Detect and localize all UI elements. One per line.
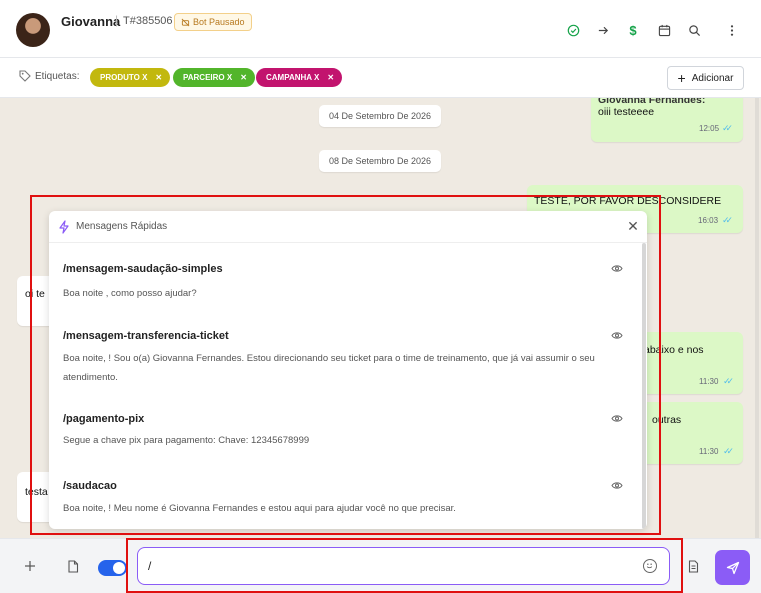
attach-file-icon[interactable]: [66, 560, 80, 574]
outgoing-message: Giovanna Fernandes: oiii testeeee 12:05 …: [591, 98, 743, 142]
message-text: outras: [652, 414, 682, 426]
quick-message-command: /mensagem-transferencia-ticket: [63, 330, 229, 342]
chat-scrollbar[interactable]: [755, 98, 759, 538]
quick-messages-panel: Mensagens Rápidas ✕ /mensagem-saudação-s…: [49, 211, 647, 529]
message-sender: Giovanna Fernandes:: [598, 98, 706, 106]
tag-chip[interactable]: PARCEIRO X ✕: [173, 68, 255, 87]
signature-toggle[interactable]: [98, 560, 127, 576]
add-tag-button[interactable]: + Adicionar: [667, 66, 744, 90]
message-time: 11:30: [699, 447, 719, 456]
eye-icon[interactable]: [611, 331, 623, 340]
tag-label: PARCEIRO X: [183, 73, 233, 82]
quick-message-text: Boa noite, ! Meu nome é Giovanna Fernand…: [63, 503, 456, 514]
date-separator: 04 De Setembro De 2026: [319, 105, 442, 127]
date-separator: 08 De Setembro De 2026: [319, 150, 442, 172]
bot-paused-icon: [181, 18, 190, 26]
read-ticks-icon: ✓✓: [722, 123, 733, 133]
quick-message-command: /saudacao: [63, 480, 117, 492]
tag-icon: [19, 70, 31, 82]
tag-chip[interactable]: CAMPANHA X ✕: [256, 68, 343, 87]
more-vertical-icon[interactable]: [724, 22, 740, 38]
lightning-icon: [59, 220, 69, 234]
close-icon[interactable]: ✕: [626, 219, 640, 233]
calendar-icon[interactable]: [656, 22, 672, 38]
chat-header: Giovanna | T#385506 Bot Pausado $: [0, 0, 761, 58]
plus-icon[interactable]: [23, 560, 37, 574]
search-icon[interactable]: [686, 22, 702, 38]
tag-remove-icon[interactable]: ✕: [240, 73, 247, 82]
quick-message-text: Segue a chave pix para pagamento: Chave:…: [63, 435, 310, 446]
message-text: oi te: [25, 288, 45, 300]
read-ticks-icon: ✓✓: [723, 376, 734, 386]
bot-status-badge: Bot Pausado: [174, 13, 252, 31]
quick-messages-title: Mensagens Rápidas: [76, 221, 168, 232]
message-time: 11:30: [699, 377, 719, 386]
message-text: oiii testeeee: [598, 106, 655, 118]
add-tag-label: Adicionar: [691, 72, 734, 84]
quick-message-text: Boa noite, ! Sou o(a) Giovanna Fernandes…: [63, 353, 595, 383]
quick-message-item[interactable]: /mensagem-saudação-simples Boa noite , c…: [49, 263, 639, 313]
quick-message-item[interactable]: /mensagem-transferencia-ticket Boa noite…: [49, 330, 639, 390]
tag-chip[interactable]: PRODUTO X ✕: [90, 68, 171, 87]
message-input-wrapper: [137, 547, 670, 585]
ticket-number: T#385506: [123, 15, 173, 27]
quick-messages-scrollbar[interactable]: [642, 243, 646, 529]
resolve-check-icon[interactable]: [565, 22, 581, 38]
tag-label: CAMPANHA X: [266, 73, 320, 82]
tag-remove-icon[interactable]: ✕: [155, 73, 162, 82]
eye-icon[interactable]: [611, 264, 623, 273]
dollar-icon[interactable]: $: [625, 22, 641, 38]
document-icon[interactable]: [686, 560, 700, 574]
quick-message-item[interactable]: /pagamento-pix Segue a chave pix para pa…: [49, 413, 639, 453]
message-text: abaixo e nos: [644, 344, 704, 356]
message-text: TESTE, POR FAVOR DESCONSIDERE: [534, 195, 722, 207]
tags-label: Etiquetas:: [35, 71, 80, 82]
tag-label: PRODUTO X: [100, 73, 148, 82]
quick-message-text: Boa noite , como posso ajudar?: [63, 288, 197, 299]
bot-status-label: Bot Pausado: [193, 17, 245, 27]
send-button[interactable]: [715, 550, 750, 585]
plus-icon: +: [677, 70, 686, 86]
message-time: 12:05: [699, 124, 720, 133]
read-ticks-icon: ✓✓: [722, 215, 733, 225]
read-ticks-icon: ✓✓: [723, 446, 734, 456]
emoji-icon[interactable]: [643, 559, 657, 573]
send-icon: [726, 561, 739, 574]
contact-name[interactable]: Giovanna: [61, 14, 120, 29]
quick-message-item[interactable]: /saudacao Boa noite, ! Meu nome é Giovan…: [49, 480, 639, 520]
header-separator: |: [115, 13, 119, 27]
transfer-arrow-icon[interactable]: [595, 22, 611, 38]
message-input[interactable]: [148, 557, 628, 575]
tag-remove-icon[interactable]: ✕: [327, 73, 334, 82]
eye-icon[interactable]: [611, 414, 623, 423]
quick-message-command: /mensagem-saudação-simples: [63, 263, 223, 275]
quick-message-command: /pagamento-pix: [63, 413, 145, 425]
message-time: 16:03: [698, 216, 719, 225]
tags-bar: Etiquetas: PRODUTO X ✕ PARCEIRO X ✕ CAMP…: [0, 58, 761, 98]
eye-icon[interactable]: [611, 481, 623, 490]
avatar[interactable]: [16, 13, 50, 47]
message-composer: [0, 538, 761, 593]
quick-messages-header: Mensagens Rápidas ✕: [49, 211, 647, 243]
message-text: testa: [25, 486, 48, 498]
